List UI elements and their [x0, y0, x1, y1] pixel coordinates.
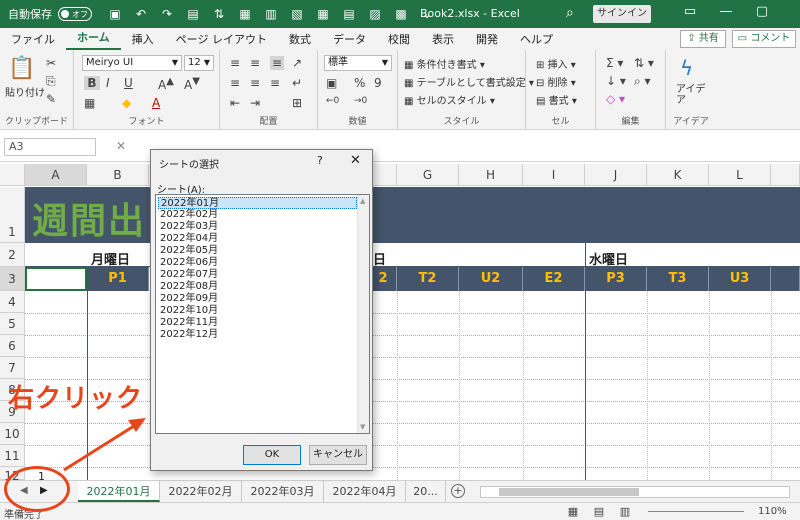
annotation-arrow — [63, 418, 146, 472]
arrow-head — [128, 418, 146, 432]
arrow-shaft — [63, 424, 135, 472]
